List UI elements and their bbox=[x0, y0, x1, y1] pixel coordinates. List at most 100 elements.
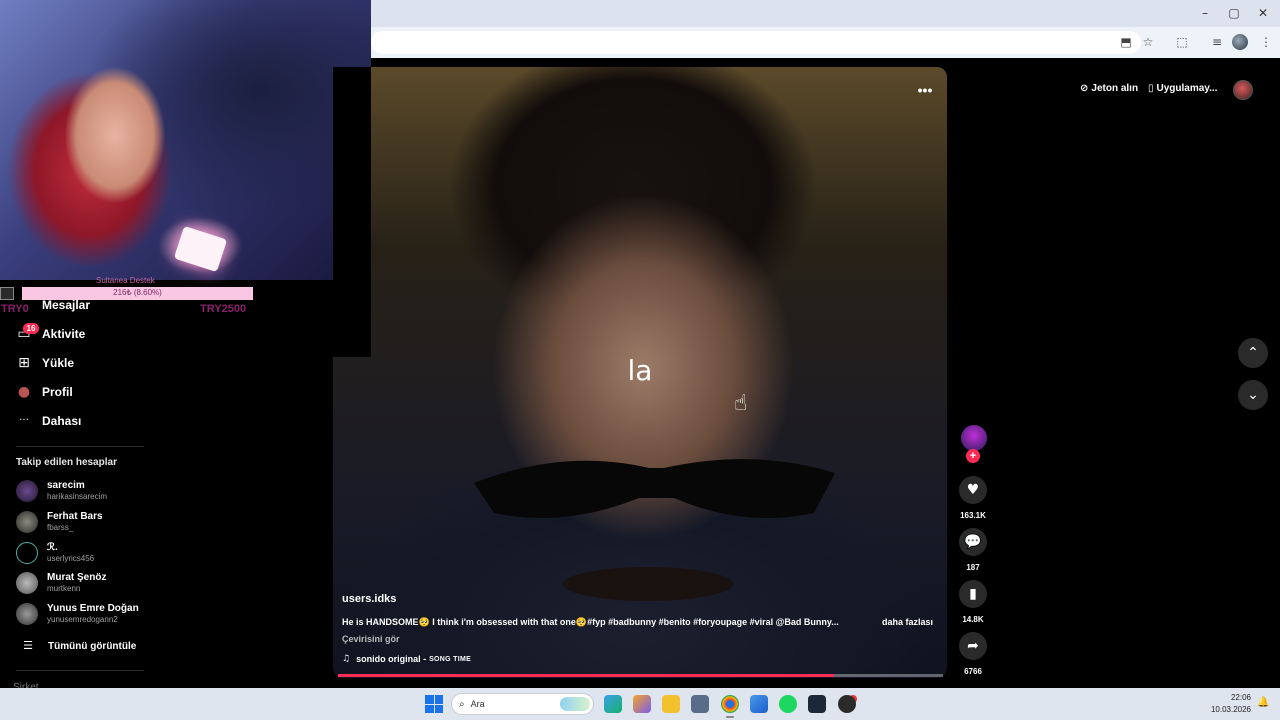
coin-icon: ⊘ bbox=[1080, 83, 1089, 94]
donation-name: Sultanea Destek bbox=[96, 276, 155, 285]
avatar bbox=[16, 603, 38, 625]
windows-logo-tile bbox=[425, 704, 434, 713]
clock-date[interactable]: 10.03.2026 bbox=[1205, 705, 1251, 714]
bookmark-star-icon[interactable]: ☆ bbox=[1139, 33, 1157, 51]
webcam-ring-light bbox=[173, 225, 228, 273]
comment-count: 187 bbox=[966, 563, 980, 572]
notification-bell-icon[interactable]: 🔔 bbox=[1257, 697, 1269, 708]
following-account[interactable]: sarecim harikasinsarecim bbox=[16, 478, 216, 506]
search-placeholder: Ara bbox=[470, 699, 485, 709]
maximize-button[interactable]: ▢ bbox=[1219, 4, 1249, 22]
taskbar-search[interactable]: ⌕ Ara bbox=[451, 693, 594, 715]
see-all-following[interactable]: ☰ Tümünü görüntüle bbox=[20, 638, 136, 654]
save-count: 14.8K bbox=[962, 615, 984, 624]
sidebar-item-upload[interactable]: ⊞ Yükle bbox=[16, 353, 74, 373]
sidebar-item-label: Yükle bbox=[42, 356, 75, 370]
search-icon: ⌕ bbox=[459, 698, 465, 710]
donation-goal-box bbox=[0, 287, 14, 300]
search-highlight-art bbox=[560, 697, 590, 711]
previous-video-button[interactable]: ⌃ bbox=[1238, 338, 1268, 368]
store-app-icon[interactable] bbox=[691, 695, 709, 713]
following-account[interactable]: Murat Şenöz murtkenn bbox=[16, 570, 216, 598]
sunglasses-graphic bbox=[474, 459, 835, 518]
video-description: He is HANDSOME🥺 I think i'm obsessed wit… bbox=[342, 617, 839, 627]
sidebar-item-messages[interactable]: Mesajlar bbox=[42, 295, 90, 315]
windows-logo-tile bbox=[425, 695, 434, 704]
mustache-graphic bbox=[563, 567, 733, 601]
bookmark-button[interactable]: ▮ bbox=[959, 580, 987, 608]
video-author[interactable]: users.idks bbox=[342, 593, 396, 605]
account-name: Ferhat Bars bbox=[47, 511, 103, 522]
account-handle: harikasinsarecim bbox=[47, 492, 108, 501]
sidebar-item-more[interactable]: ··· Dahası bbox=[16, 411, 81, 431]
get-coins-button[interactable]: ⊘ Jeton alın bbox=[1080, 83, 1138, 94]
hand-cursor-icon: ☝ bbox=[734, 391, 748, 416]
file-explorer-app-icon[interactable] bbox=[604, 695, 622, 713]
minimize-button[interactable]: – bbox=[1190, 4, 1220, 22]
creator-avatar[interactable] bbox=[961, 425, 987, 451]
browser-menu-icon[interactable]: ⋮ bbox=[1257, 33, 1275, 51]
like-count: 163.1K bbox=[960, 511, 986, 520]
active-app-indicator bbox=[726, 716, 734, 718]
avatar bbox=[16, 511, 38, 533]
video-progress-bar[interactable] bbox=[338, 674, 943, 677]
chrome-app-icon[interactable] bbox=[721, 695, 739, 713]
avatar bbox=[16, 480, 38, 502]
windows-logo-tile bbox=[434, 695, 443, 704]
list-icon: ☰ bbox=[23, 639, 33, 652]
following-account[interactable]: ℛ. userlyrics456 bbox=[16, 540, 216, 568]
mail-app-icon[interactable] bbox=[750, 695, 768, 713]
following-account[interactable]: Ferhat Bars fbarss_ bbox=[16, 509, 216, 537]
translate-link[interactable]: Çevirisini gör bbox=[342, 634, 400, 644]
music-note-icon: ♫ bbox=[342, 654, 351, 664]
address-bar[interactable] bbox=[371, 31, 1141, 54]
music-song: SONG TIME bbox=[429, 655, 472, 663]
comment-button[interactable]: 💬 bbox=[959, 528, 987, 556]
user-avatar[interactable] bbox=[1233, 80, 1253, 100]
close-window-button[interactable]: ✕ bbox=[1248, 4, 1278, 22]
account-name: Yunus Emre Doğan bbox=[47, 603, 139, 614]
get-app-button[interactable]: ▯ Uygulamay... bbox=[1148, 83, 1217, 94]
phone-icon: ▯ bbox=[1148, 83, 1154, 94]
sidebar-item-label: Mesajlar bbox=[42, 298, 91, 312]
account-name: sarecim bbox=[47, 480, 85, 491]
sidebar-item-label: Aktivite bbox=[42, 327, 86, 341]
account-name: ℛ. bbox=[47, 542, 58, 553]
obs-app-icon[interactable] bbox=[838, 695, 856, 713]
see-more-link[interactable]: daha fazlası bbox=[882, 617, 933, 627]
following-account[interactable]: Yunus Emre Doğan yunusemredogann2 bbox=[16, 601, 216, 629]
spotify-app-icon[interactable] bbox=[779, 695, 797, 713]
app-label: Uygulamay... bbox=[1156, 83, 1218, 94]
sidebar-item-label: Profil bbox=[42, 385, 73, 399]
start-button[interactable] bbox=[425, 695, 443, 713]
profile-avatar-icon: ● bbox=[17, 384, 31, 400]
account-name: Murat Şenöz bbox=[47, 572, 107, 583]
activity-badge: 16 bbox=[23, 323, 39, 334]
avatar bbox=[16, 572, 38, 594]
browser-profile-avatar[interactable] bbox=[1232, 34, 1248, 50]
copilot-app-icon[interactable] bbox=[633, 695, 651, 713]
share-count: 6766 bbox=[964, 667, 982, 676]
donation-min: TRY0 bbox=[1, 303, 29, 315]
video-options-icon[interactable]: ••• bbox=[913, 80, 937, 100]
folder-app-icon[interactable] bbox=[662, 695, 680, 713]
sidebar-divider bbox=[16, 670, 144, 671]
sidebar-item-profile[interactable]: ● Profil bbox=[16, 382, 73, 402]
video-progress-fill bbox=[338, 674, 835, 677]
install-app-icon[interactable]: ⬒ bbox=[1117, 33, 1135, 51]
extensions-icon[interactable]: ⬚ bbox=[1173, 33, 1191, 51]
clock-time[interactable]: 22:06 bbox=[1205, 693, 1251, 702]
tab-search-icon[interactable]: ≡ bbox=[1208, 33, 1226, 51]
steam-app-icon[interactable] bbox=[808, 695, 826, 713]
following-section-title: Takip edilen hesaplar bbox=[16, 457, 117, 468]
upload-icon: ⊞ bbox=[18, 355, 30, 371]
more-dots-icon: ··· bbox=[19, 415, 29, 426]
webcam-overlay bbox=[0, 0, 371, 280]
share-button[interactable]: ➦ bbox=[959, 632, 987, 660]
account-handle: userlyrics456 bbox=[47, 554, 95, 563]
next-video-button[interactable]: ⌄ bbox=[1238, 380, 1268, 410]
music-title: sonido original - bbox=[356, 654, 427, 664]
follow-plus-button[interactable]: + bbox=[966, 449, 980, 463]
like-button[interactable]: ♥ bbox=[959, 476, 987, 504]
music-info[interactable]: ♫ sonido original - SONG TIME bbox=[342, 654, 471, 664]
